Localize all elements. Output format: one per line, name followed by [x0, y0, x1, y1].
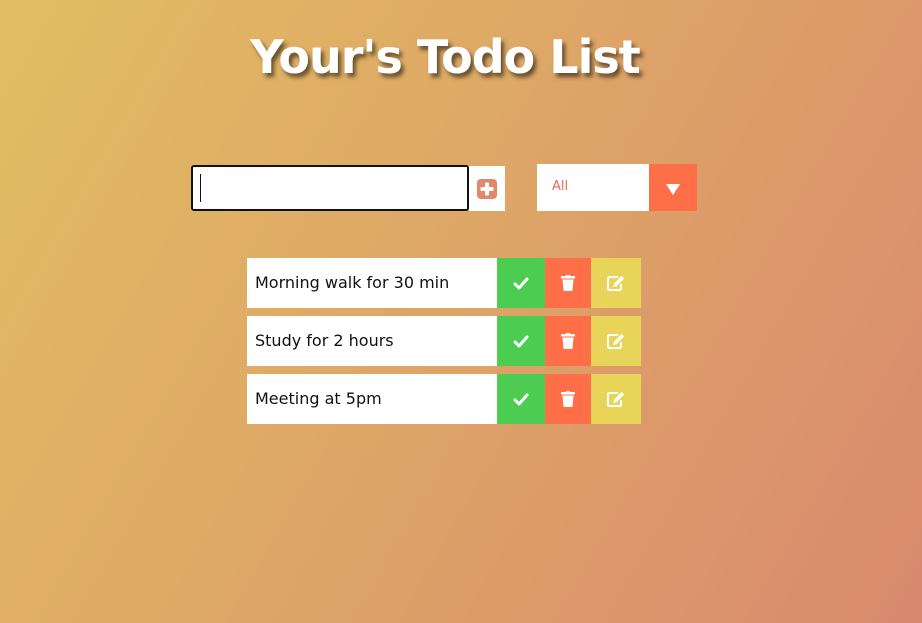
todo-text: Morning walk for 30 min [247, 258, 497, 308]
trash-icon [561, 275, 575, 291]
page-title: Your's Todo List [250, 30, 640, 84]
complete-button[interactable] [497, 316, 545, 366]
trash-icon [561, 333, 575, 349]
delete-button[interactable] [545, 258, 591, 308]
complete-button[interactable] [497, 374, 545, 424]
plus-square-icon [477, 178, 497, 199]
edit-icon [607, 333, 625, 349]
check-icon [513, 277, 529, 289]
delete-button[interactable] [545, 316, 591, 366]
edit-button[interactable] [591, 316, 641, 366]
edit-icon [607, 275, 625, 291]
todo-input[interactable] [191, 165, 469, 211]
filter-dropdown-toggle[interactable] [649, 164, 697, 211]
todo-item: Study for 2 hours [247, 316, 641, 366]
complete-button[interactable] [497, 258, 545, 308]
todo-item: Meeting at 5pm [247, 374, 641, 424]
filter-selected-value: All [552, 179, 569, 194]
check-icon [513, 335, 529, 347]
filter-dropdown[interactable]: All [537, 164, 697, 211]
todo-list: Morning walk for 30 min Study for 2 hour… [247, 258, 641, 432]
edit-button[interactable] [591, 258, 641, 308]
todo-text: Meeting at 5pm [247, 374, 497, 424]
delete-button[interactable] [545, 374, 591, 424]
todo-text: Study for 2 hours [247, 316, 497, 366]
add-todo-button[interactable] [469, 166, 505, 211]
todo-item: Morning walk for 30 min [247, 258, 641, 308]
caret-down-icon [666, 184, 680, 195]
text-cursor [200, 174, 201, 202]
trash-icon [561, 391, 575, 407]
edit-icon [607, 391, 625, 407]
check-icon [513, 393, 529, 405]
edit-button[interactable] [591, 374, 641, 424]
